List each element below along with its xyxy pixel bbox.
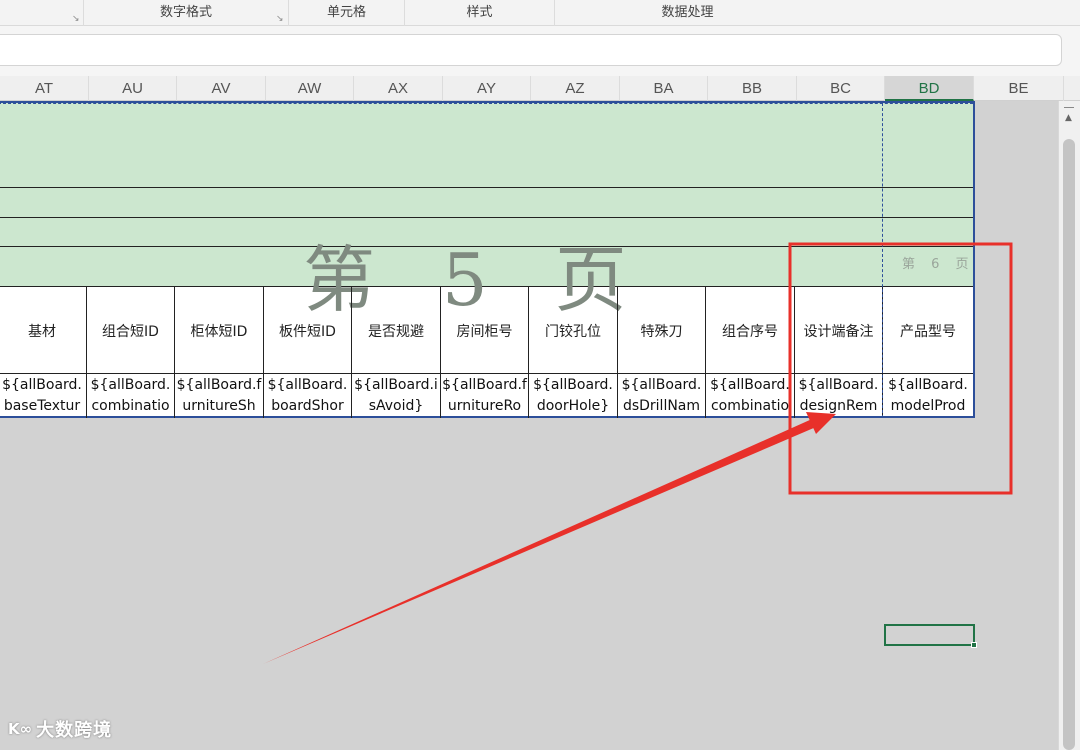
data-cell[interactable]: ${allBoard. combinatio	[706, 374, 795, 418]
data-cell[interactable]: ${allBoard.f urnitureSh	[175, 374, 264, 418]
column-header-ba[interactable]: BA	[620, 76, 708, 101]
border-line	[0, 217, 973, 218]
ribbon-group-label: 数据处理	[661, 5, 714, 20]
data-cell[interactable]: ${allBoard. doorHole}	[529, 374, 618, 418]
ribbon-group-label: 单元格	[326, 5, 366, 20]
logo-mark-icon: K∞	[8, 720, 33, 738]
column-header-at[interactable]: AT	[0, 76, 89, 101]
header-cell-avoid[interactable]: 是否规避	[352, 287, 441, 374]
column-header-aw[interactable]: AW	[266, 76, 354, 101]
data-cell[interactable]: ${allBoard. baseTextur	[0, 374, 87, 418]
column-header-bb[interactable]: BB	[708, 76, 797, 101]
ribbon-group-number-format: 数字格式 ↘	[84, 0, 289, 26]
data-cell[interactable]: ${allBoard. dsDrillNam	[618, 374, 706, 418]
page-break-line	[882, 103, 883, 418]
logo-text: 大数跨境	[36, 720, 113, 741]
ribbon-group-data-processing: 数据处理	[555, 0, 820, 26]
formula-input[interactable]	[0, 34, 1062, 66]
header-cell-base-material[interactable]: 基材	[0, 287, 87, 374]
column-header-be[interactable]: BE	[974, 76, 1064, 101]
header-cell-special-knife[interactable]: 特殊刀	[618, 287, 706, 374]
column-header-av[interactable]: AV	[177, 76, 266, 101]
header-cell-product-model[interactable]: 产品型号	[883, 287, 973, 374]
brand-logo: K∞ 大数跨境	[8, 716, 112, 742]
header-cell-cabinet-short-id[interactable]: 柜体短ID	[175, 287, 264, 374]
ribbon-group-label: 样式	[466, 5, 493, 20]
fill-handle[interactable]	[971, 642, 977, 648]
column-headers: AT AU AV AW AX AY AZ BA BB BC BD BE	[0, 76, 1080, 101]
data-cell[interactable]: ${allBoard. modelProd	[883, 374, 973, 418]
ribbon-group-label: 数字格式	[159, 5, 212, 20]
data-cell[interactable]: ${allBoard. designRem	[795, 374, 883, 418]
header-cell-combo-short-id[interactable]: 组合短ID	[87, 287, 175, 374]
data-cell[interactable]: ${allBoard.f urnitureRo	[441, 374, 529, 418]
page-watermark-6: 第 6 页	[902, 257, 975, 272]
dialog-launcher-icon[interactable]: ↘	[276, 15, 284, 24]
header-cell-design-remark[interactable]: 设计端备注	[795, 287, 883, 374]
data-cell[interactable]: ${allBoard. combinatio	[87, 374, 175, 418]
ribbon-group-labels: ↘ 数字格式 ↘ 单元格 样式 数据处理	[0, 0, 1080, 26]
data-cell[interactable]: ${allBoard. boardShor	[264, 374, 352, 418]
scroll-up-arrow-icon[interactable]: ▲	[1065, 113, 1072, 123]
scrollbar-divider	[1064, 107, 1074, 108]
data-cell[interactable]: ${allBoard.i sAvoid}	[352, 374, 441, 418]
ribbon-group-font-tail: ↘	[0, 0, 84, 26]
vertical-scrollbar[interactable]: ▲	[1058, 101, 1080, 750]
worksheet-grid[interactable]: 第 5 页 第 6 页 基材 组合短ID 柜体短ID 板件短ID 是否规避 房间…	[0, 101, 1058, 750]
active-cell-selection[interactable]	[884, 624, 977, 648]
header-cell-combo-seq[interactable]: 组合序号	[706, 287, 795, 374]
scrollbar-thumb[interactable]	[1063, 139, 1075, 750]
dialog-launcher-icon[interactable]: ↘	[72, 15, 80, 24]
column-header-ay[interactable]: AY	[443, 76, 531, 101]
header-cell-board-short-id[interactable]: 板件短ID	[264, 287, 352, 374]
ribbon-group-styles: 样式	[405, 0, 555, 26]
column-header-bd[interactable]: BD	[885, 76, 974, 101]
column-header-au[interactable]: AU	[89, 76, 177, 101]
header-cell-door-hinge-hole[interactable]: 门铰孔位	[529, 287, 618, 374]
header-cell-room-cabinet-no[interactable]: 房间柜号	[441, 287, 529, 374]
border-line	[0, 187, 973, 188]
page-break-line	[0, 103, 973, 104]
column-header-az[interactable]: AZ	[531, 76, 620, 101]
formula-bar-area	[0, 26, 1080, 76]
print-area: 第 5 页 第 6 页 基材 组合短ID 柜体短ID 板件短ID 是否规避 房间…	[0, 101, 975, 418]
ribbon-group-cells: 单元格	[289, 0, 405, 26]
column-header-bc[interactable]: BC	[797, 76, 885, 101]
column-header-ax[interactable]: AX	[354, 76, 443, 101]
